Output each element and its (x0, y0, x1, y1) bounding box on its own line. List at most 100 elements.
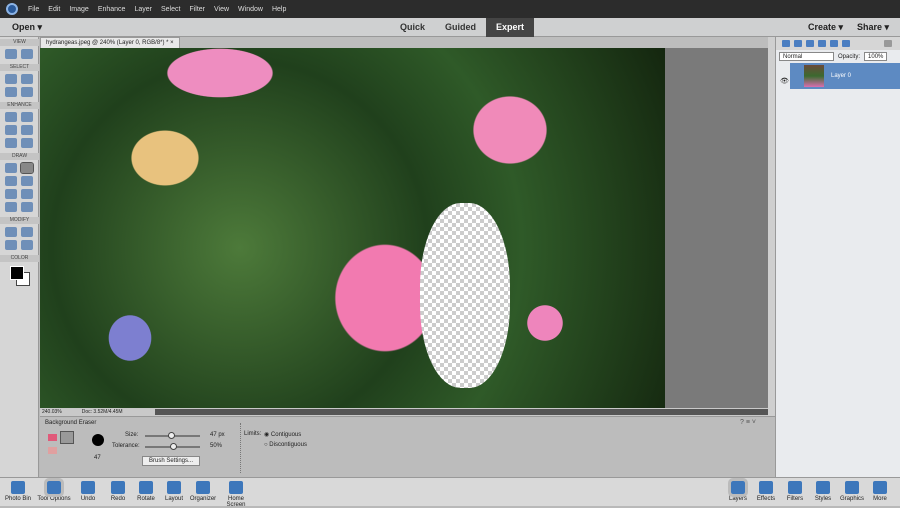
content-aware-move-tool-icon[interactable] (4, 240, 17, 250)
filters-icon (788, 481, 802, 494)
label: Layout (164, 496, 183, 502)
doc-size: Doc: 3.52M/4.45M (81, 409, 123, 415)
magic-eraser-icon[interactable] (48, 447, 57, 454)
layers-panel: Normal Opacity: 100% 👁 Layer 0 (775, 37, 900, 477)
tolerance-slider-knob[interactable] (169, 443, 177, 450)
help-icon[interactable]: ? ≡ ˅ (740, 419, 756, 426)
zoom-level[interactable]: 240.03% (42, 408, 62, 416)
gradient-tool-icon[interactable] (21, 176, 34, 186)
horizontal-scrollbar[interactable] (155, 409, 768, 415)
tool-options-icon (44, 478, 64, 497)
blur-tool-icon[interactable] (4, 138, 17, 148)
eyedropper-tool-icon[interactable] (4, 189, 17, 199)
brush-tool-icon[interactable] (4, 163, 17, 173)
document-tab[interactable]: hydrangeas.jpeg @ 240% (Layer 0, RGB/8*)… (40, 37, 180, 48)
label: Home Screen (226, 496, 246, 508)
section-select: SELECT (0, 64, 39, 71)
menu-window[interactable]: Window (238, 6, 263, 13)
section-draw: DRAW (0, 153, 39, 160)
lock-transparency-icon[interactable] (842, 40, 850, 47)
zoom-tool-icon[interactable] (4, 49, 17, 59)
menu-image[interactable]: Image (69, 6, 88, 13)
brush-settings-button[interactable]: Brush Settings... (142, 456, 201, 466)
recompose-tool-icon[interactable] (21, 227, 34, 237)
menu-enhance[interactable]: Enhance (98, 6, 126, 13)
open-button[interactable]: Open ▾ (12, 22, 42, 33)
discontiguous-radio[interactable]: ○ Discontiguous (264, 442, 307, 448)
more-icon (873, 481, 887, 494)
menu-edit[interactable]: Edit (48, 6, 60, 13)
menu-filter[interactable]: Filter (189, 6, 205, 13)
plus-icon (845, 481, 859, 494)
shape-tool-icon[interactable] (21, 189, 34, 199)
menu-help[interactable]: Help (272, 6, 286, 13)
marquee-tool-icon[interactable] (21, 74, 34, 84)
home-icon (229, 481, 243, 494)
blend-mode-select[interactable]: Normal (779, 52, 834, 61)
sponge-tool-icon[interactable] (21, 138, 34, 148)
label: Filters (786, 496, 804, 502)
canvas-pasteboard (665, 48, 768, 408)
paint-bucket-tool-icon[interactable] (4, 176, 17, 186)
color-swatches[interactable] (0, 262, 38, 286)
menu-select[interactable]: Select (161, 6, 180, 13)
label: Effects (756, 496, 776, 502)
hand-tool-icon[interactable] (21, 49, 34, 59)
brush-size-preview-label: 47 (94, 455, 101, 461)
share-button[interactable]: Share ▾ (857, 22, 889, 33)
foreground-color-swatch[interactable] (10, 266, 24, 280)
smart-brush-tool-icon[interactable] (4, 125, 17, 135)
contiguous-radio[interactable]: ◉ Contiguous (264, 431, 301, 438)
tab-guided[interactable]: Guided (435, 18, 486, 37)
menu-view[interactable]: View (214, 6, 229, 13)
lock-icon[interactable] (830, 40, 838, 47)
vertical-scrollbar[interactable] (768, 37, 775, 416)
tab-quick[interactable]: Quick (390, 18, 435, 37)
type-tool-icon[interactable] (4, 202, 17, 212)
blend-row: Normal Opacity: 100% (779, 52, 897, 61)
trash-icon[interactable] (884, 40, 892, 47)
quick-selection-tool-icon[interactable] (21, 87, 34, 97)
adjustment-layer-icon[interactable] (806, 40, 814, 47)
menu-layer[interactable]: Layer (134, 6, 152, 13)
tool-options-button[interactable]: Tool Options (36, 478, 72, 502)
opacity-field[interactable]: 100% (864, 52, 888, 61)
move-tool-icon[interactable] (4, 74, 17, 84)
close-tab-icon[interactable]: × (170, 40, 174, 46)
crop-tool-icon[interactable] (4, 227, 17, 237)
eraser-tool-icon[interactable] (20, 162, 35, 174)
spot-healing-tool-icon[interactable] (21, 112, 34, 122)
red-eye-tool-icon[interactable] (4, 112, 17, 122)
tool-options-panel: Background Eraser 47 Size: 47 px Toleran… (40, 416, 775, 477)
create-button[interactable]: Create ▾ (808, 22, 843, 33)
photo-bin-button[interactable]: Photo Bin (0, 481, 36, 502)
lasso-tool-icon[interactable] (4, 87, 17, 97)
size-slider[interactable] (145, 432, 200, 439)
eye-icon[interactable]: 👁 (780, 77, 789, 85)
brush-preview[interactable] (92, 434, 104, 446)
image-canvas[interactable] (40, 48, 665, 408)
eraser-icon[interactable] (48, 434, 57, 441)
menu-file[interactable]: File (28, 6, 39, 13)
layer-mask-icon[interactable] (818, 40, 826, 47)
more-button[interactable]: More (862, 481, 898, 502)
organizer-button[interactable]: Organizer (185, 481, 221, 502)
layer-name: Layer 0 (831, 73, 852, 79)
new-group-icon[interactable] (794, 40, 802, 47)
layers-toolbar (776, 37, 900, 50)
size-value: 47 px (210, 432, 225, 438)
straighten-tool-icon[interactable] (21, 240, 34, 250)
redo-icon (111, 481, 125, 494)
pencil-tool-icon[interactable] (21, 202, 34, 212)
tab-expert[interactable]: Expert (486, 18, 535, 37)
menu-bar: File Edit Image Enhance Layer Select Fil… (0, 0, 900, 18)
background-eraser-icon[interactable] (60, 431, 74, 444)
tolerance-slider[interactable] (145, 443, 200, 450)
tolerance-label: Tolerance: (112, 443, 140, 449)
new-layer-icon[interactable] (782, 40, 790, 47)
mode-tabs: Quick Guided Expert (390, 18, 535, 37)
clone-stamp-tool-icon[interactable] (21, 125, 34, 135)
layer-row[interactable]: Layer 0 (790, 63, 900, 89)
home-screen-button[interactable]: Home Screen (218, 481, 254, 508)
size-slider-knob[interactable] (167, 432, 175, 439)
